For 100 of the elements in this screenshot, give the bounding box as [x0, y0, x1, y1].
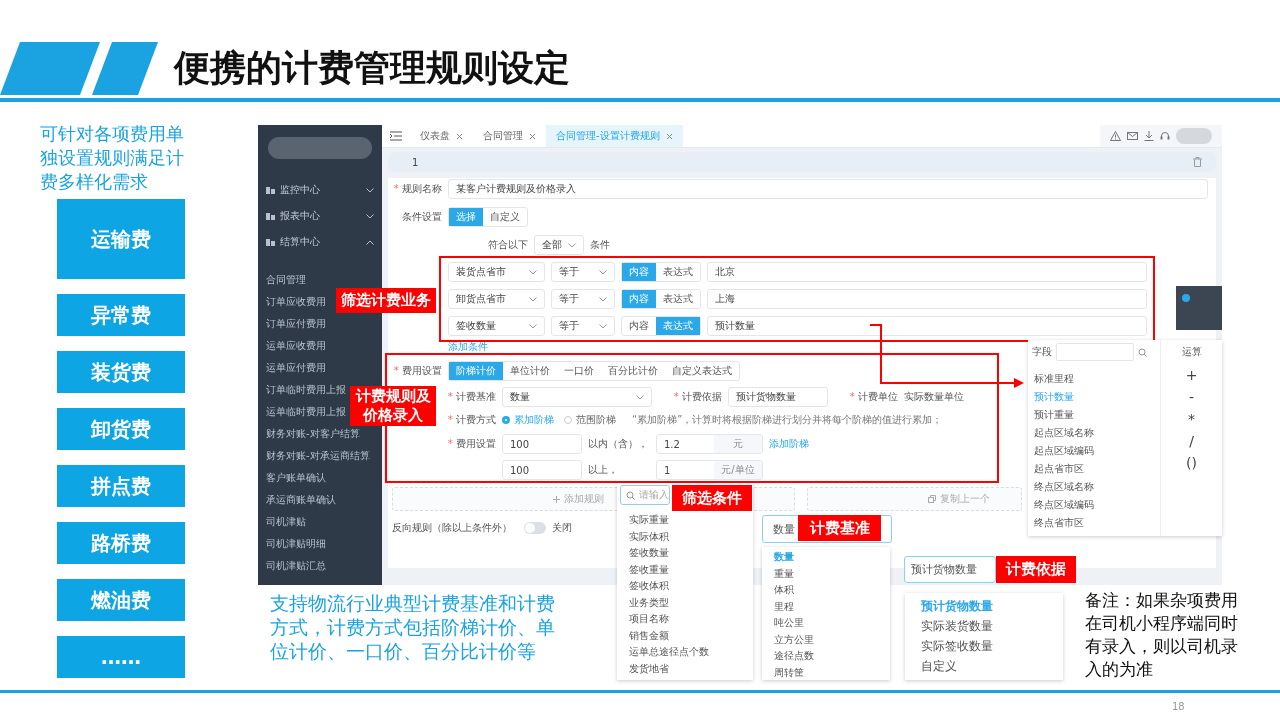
basis-by-select[interactable]: 预计货物数量	[904, 556, 996, 583]
dropdown-option[interactable]: 途径点数	[762, 648, 890, 665]
dropdown-option[interactable]: 销售金额	[617, 627, 753, 644]
operator-select[interactable]: 等于	[551, 289, 615, 309]
field-option[interactable]: 起点区域编码	[1034, 442, 1160, 460]
pricing-tab[interactable]: 自定义表达式	[665, 362, 739, 380]
sidebar-item[interactable]: 司机津贴明细	[266, 533, 326, 555]
field-option[interactable]: 终点区域编码	[1034, 496, 1160, 514]
warning-icon[interactable]	[1110, 131, 1121, 141]
rule-number: 1	[412, 156, 419, 168]
field-option[interactable]: 标准里程	[1034, 370, 1160, 388]
sidebar-group[interactable]: 监控中心	[258, 177, 382, 203]
close-icon[interactable]	[665, 132, 673, 140]
callout-label: 筛选计费业务	[336, 288, 436, 313]
download-icon[interactable]	[1144, 131, 1154, 141]
headset-icon[interactable]	[1160, 131, 1170, 141]
method-radio[interactable]: 范围阶梯	[564, 413, 616, 427]
dropdown-option[interactable]: 自定义	[905, 656, 1063, 676]
operator-option[interactable]: /	[1189, 430, 1194, 452]
chevron-icon	[636, 394, 644, 400]
field-option[interactable]: 预计重量	[1034, 406, 1160, 424]
field-select[interactable]: 装货点省市	[448, 262, 545, 282]
sidebar-group[interactable]: 结算中心	[258, 229, 382, 255]
pricing-tab[interactable]: 单位计价	[503, 362, 557, 380]
amount-field[interactable]: 100	[502, 460, 582, 480]
field-option[interactable]: 终点区域名称	[1034, 478, 1160, 496]
dropdown-option[interactable]: 里程	[762, 598, 890, 615]
sidebar-item[interactable]: 财务对账-对客户结算	[266, 423, 360, 445]
page-number: 18	[1172, 701, 1185, 712]
search-icon[interactable]	[1138, 347, 1147, 357]
operator-option[interactable]: *	[1188, 408, 1195, 430]
match-select[interactable]: 全部	[534, 235, 584, 255]
field-label: * 计费单位	[848, 390, 898, 404]
segment-option[interactable]: 自定义	[483, 208, 527, 226]
sidebar-item[interactable]: 订单应收费用	[266, 291, 326, 313]
field-option[interactable]: 起点区域名称	[1034, 424, 1160, 442]
sidebar-item[interactable]: 运单应收费用	[266, 335, 326, 357]
basis-by-select[interactable]: 预计货物数量	[728, 387, 828, 407]
field-select[interactable]: 卸货点省市	[448, 289, 545, 309]
dropdown-option[interactable]: 签收重量	[617, 561, 753, 578]
dropdown-option[interactable]: 签收数量	[617, 545, 753, 562]
page-tab[interactable]: 仪表盘	[410, 125, 473, 147]
price-field[interactable]: 1.2 元	[656, 434, 763, 454]
value-field[interactable]: 预计数量	[707, 316, 1147, 336]
sidebar-item[interactable]: 承运商账单确认	[266, 489, 336, 511]
chevron-icon	[599, 269, 607, 275]
search-field[interactable]	[1056, 343, 1134, 361]
amount-field[interactable]: 100	[502, 434, 582, 454]
sidebar-item[interactable]: 订单临时费用上报	[266, 379, 346, 401]
pricing-tab[interactable]: 百分比计价	[601, 362, 665, 380]
sidebar-group[interactable]: 报表中心	[258, 203, 382, 229]
segment-option[interactable]: 表达式	[656, 263, 700, 281]
close-icon[interactable]	[456, 132, 463, 140]
field-option[interactable]: 起点省市区	[1034, 460, 1160, 478]
sidebar-item[interactable]: 订单应付费用	[266, 313, 326, 335]
field-option[interactable]: 终点省市区	[1034, 514, 1160, 532]
operator-select[interactable]: 等于	[551, 262, 615, 282]
sidebar-item[interactable]: 运单应付费用	[266, 357, 326, 379]
segment-option[interactable]: 内容	[622, 317, 656, 335]
segment-option[interactable]: 表达式	[656, 290, 700, 308]
field-select[interactable]: 签收数量	[448, 316, 545, 336]
sidebar-item[interactable]: 财务对账-对承运商结算	[266, 445, 370, 467]
sidebar-item[interactable]: 合同管理	[266, 269, 306, 291]
dropdown-option[interactable]: 发货地省	[617, 660, 753, 677]
mail-icon[interactable]	[1127, 131, 1138, 141]
dropdown-option[interactable]: 运单总途径点个数	[617, 644, 753, 661]
dropdown-option[interactable]: 签收体积	[617, 578, 753, 595]
operator-select[interactable]: 等于	[551, 316, 615, 336]
value-field[interactable]: 北京	[707, 262, 1147, 282]
rule-name-field[interactable]: 某客户计费规则及价格录入	[448, 179, 1208, 199]
trash-icon[interactable]	[1193, 157, 1202, 167]
dropdown-option[interactable]: 实际装货数量	[905, 616, 1063, 636]
copy-icon	[928, 495, 936, 503]
toggle-switch[interactable]	[524, 522, 546, 534]
price-field[interactable]: 1 元/单位	[656, 460, 763, 480]
operator-option[interactable]: ()	[1186, 452, 1197, 474]
dropdown-option[interactable]: 项目名称	[617, 611, 753, 628]
dropdown-option[interactable]: 重量	[762, 565, 890, 582]
basis-select[interactable]: 数量	[502, 387, 652, 407]
dropdown-option[interactable]: 实际重量	[617, 512, 753, 529]
sidebar-item[interactable]: 运单临时费用上报	[266, 401, 346, 423]
note-text: 备注：如果杂项费用在司机小程序端同时有录入，则以司机录入的为准	[1085, 589, 1239, 681]
value-field[interactable]: 上海	[707, 289, 1147, 309]
dropdown-option[interactable]: 实际体积	[617, 528, 753, 545]
close-icon[interactable]	[529, 132, 536, 140]
dropdown-option[interactable]: 业务类型	[617, 594, 753, 611]
chevron-icon	[599, 323, 607, 329]
dropdown-option[interactable]: 立方公里	[762, 631, 890, 648]
dropdown-option[interactable]: 周转筐	[762, 664, 890, 681]
dropdown-option[interactable]: 吨公里	[762, 615, 890, 632]
sidebar-item[interactable]: 司机津贴汇总	[266, 555, 326, 577]
dropdown-option[interactable]: 实际签收数量	[905, 636, 1063, 656]
unit-value: 实际数量单位	[904, 390, 964, 404]
operator-option[interactable]: -	[1188, 386, 1195, 408]
sidebar-item[interactable]: 司机津贴	[266, 511, 306, 533]
sidebar-item[interactable]: 客户账单确认	[266, 467, 326, 489]
page-tab[interactable]: 合同管理	[473, 125, 546, 147]
operator-option[interactable]: +	[1185, 364, 1198, 386]
dropdown-option[interactable]: 体积	[762, 582, 890, 599]
pricing-tab[interactable]: 一口价	[557, 362, 601, 380]
